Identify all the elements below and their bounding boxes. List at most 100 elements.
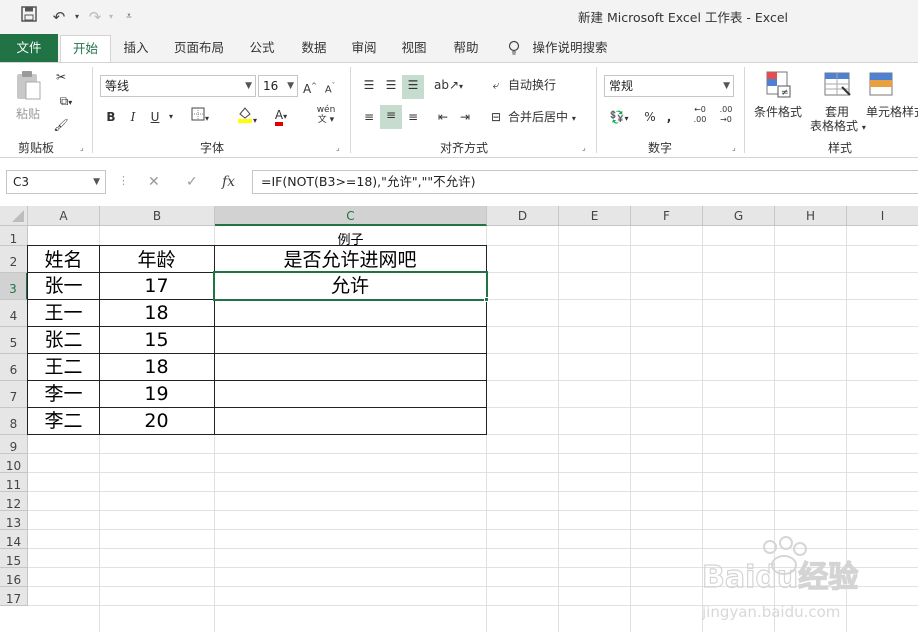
table-cell[interactable]: 17 (99, 272, 215, 300)
align-center-icon[interactable]: ≡ (380, 105, 402, 129)
row-header-4[interactable]: 4 (0, 300, 28, 327)
comma-button[interactable]: , (662, 107, 676, 127)
conditional-formatting-button[interactable]: ≠ 条件格式 (750, 69, 806, 119)
column-header-d[interactable]: D (487, 206, 559, 226)
orientation-icon[interactable]: ab↗▾ (434, 75, 463, 97)
percent-button[interactable]: % (642, 107, 658, 127)
row-header-14[interactable]: 14 (0, 530, 28, 549)
name-box[interactable]: C3 ▼ (6, 170, 106, 194)
increase-indent-icon[interactable]: ⇥ (456, 107, 474, 127)
merge-center-button[interactable]: 合并后居中 ▾ (508, 107, 576, 129)
table-cell[interactable]: 15 (99, 326, 215, 354)
clipboard-launcher-icon[interactable]: ⌟ (80, 143, 84, 152)
number-launcher-icon[interactable]: ⌟ (732, 143, 736, 152)
align-top-icon[interactable]: ☰ (360, 75, 378, 95)
tab-page-layout[interactable]: 页面布局 (168, 34, 230, 62)
table-header-cell[interactable]: 是否允许进网吧 (214, 245, 487, 273)
tab-data[interactable]: 数据 (296, 34, 332, 62)
align-middle-icon[interactable]: ☰ (382, 75, 400, 95)
row-header-9[interactable]: 9 (0, 435, 28, 454)
copy-icon[interactable]: ⧉▾ (52, 91, 80, 113)
chevron-down-icon[interactable]: ▾ (166, 107, 176, 127)
column-header-a[interactable]: A (28, 206, 100, 226)
column-header-b[interactable]: B (100, 206, 215, 226)
tab-formulas[interactable]: 公式 (244, 34, 280, 62)
row-header-15[interactable]: 15 (0, 549, 28, 568)
select-all-corner[interactable] (0, 206, 28, 226)
table-cell[interactable]: 李二 (27, 407, 100, 435)
table-cell[interactable]: 20 (99, 407, 215, 435)
decrease-decimal-icon[interactable]: .00 →0 (716, 105, 736, 125)
table-cell[interactable]: 张二 (27, 326, 100, 354)
tab-review[interactable]: 审阅 (346, 34, 382, 62)
tab-insert[interactable]: 插入 (118, 34, 154, 62)
format-painter-icon[interactable]: 🖌 (52, 115, 70, 135)
row-header-13[interactable]: 13 (0, 511, 28, 530)
row-header-11[interactable]: 11 (0, 473, 28, 492)
grow-font-button[interactable]: A^ (302, 76, 318, 99)
merge-center-icon[interactable]: ⊟ (488, 107, 504, 127)
wrap-text-icon[interactable]: ⤶ (488, 75, 504, 95)
row-header-3[interactable]: 3 (0, 273, 28, 300)
cancel-icon[interactable]: ✕ (148, 174, 160, 190)
row-header-7[interactable]: 7 (0, 381, 28, 408)
font-color-icon[interactable]: A▾ (266, 105, 296, 127)
table-cell[interactable]: 张一 (27, 272, 100, 300)
tab-view[interactable]: 视图 (396, 34, 432, 62)
paste-button[interactable]: 粘贴 (10, 69, 46, 133)
tab-home[interactable]: 开始 (60, 35, 111, 63)
row-header-17[interactable]: 17 (0, 587, 28, 606)
cell-styles-button[interactable]: 单元格样式 (866, 69, 918, 119)
format-as-table-button[interactable]: 套用 表格格式 ▾ (810, 69, 866, 135)
more-options-icon[interactable]: ⋮ (118, 174, 129, 187)
row-header-5[interactable]: 5 (0, 327, 28, 354)
table-cell[interactable]: 18 (99, 353, 215, 381)
wrap-text-button[interactable]: 自动换行 (508, 75, 556, 95)
row-header-2[interactable]: 2 (0, 246, 28, 273)
row-header-8[interactable]: 8 (0, 408, 28, 435)
insert-function-icon[interactable]: fx (222, 174, 235, 190)
table-cell[interactable] (214, 299, 487, 327)
table-header-cell[interactable]: 年龄 (99, 245, 215, 273)
tab-help[interactable]: 帮助 (448, 34, 484, 62)
table-cell[interactable] (214, 353, 487, 381)
column-header-f[interactable]: F (631, 206, 703, 226)
customize-toolbar-icon[interactable]: ⩡ (118, 6, 140, 28)
font-name-select[interactable]: 等线 ▼ (100, 75, 256, 97)
table-header-cell[interactable]: 姓名 (27, 245, 100, 273)
column-header-h[interactable]: H (775, 206, 847, 226)
fill-color-icon[interactable]: ▾ (232, 105, 262, 131)
font-size-select[interactable]: 16 ▼ (258, 75, 298, 97)
shrink-font-button[interactable]: Aˇ (322, 76, 338, 100)
row-header-10[interactable]: 10 (0, 454, 28, 473)
table-cell[interactable] (214, 380, 487, 408)
column-header-i[interactable]: I (847, 206, 918, 226)
italic-button[interactable]: I (124, 107, 142, 127)
row-header-12[interactable]: 12 (0, 492, 28, 511)
alignment-launcher-icon[interactable]: ⌟ (582, 143, 586, 152)
row-header-1[interactable]: 1 (0, 226, 28, 246)
row-header-16[interactable]: 16 (0, 568, 28, 587)
table-cell[interactable] (214, 407, 487, 435)
formula-input[interactable]: =IF(NOT(B3>=18),"允许",""不允许) (252, 170, 918, 194)
decrease-indent-icon[interactable]: ⇤ (434, 107, 452, 127)
underline-button[interactable]: U (146, 107, 164, 127)
column-header-e[interactable]: E (559, 206, 631, 226)
lightbulb-icon[interactable] (504, 34, 524, 62)
accounting-format-icon[interactable]: 💱▾ (604, 107, 634, 129)
column-header-g[interactable]: G (703, 206, 775, 226)
align-left-icon[interactable]: ≡ (360, 107, 378, 127)
cut-icon[interactable]: ✂ (52, 67, 70, 87)
fill-handle[interactable] (484, 297, 489, 302)
font-launcher-icon[interactable]: ⌟ (336, 143, 340, 152)
table-cell[interactable]: 18 (99, 299, 215, 327)
borders-icon[interactable]: ▾ (186, 107, 214, 129)
row-header-6[interactable]: 6 (0, 354, 28, 381)
save-icon[interactable] (18, 6, 40, 28)
align-right-icon[interactable]: ≡ (404, 107, 422, 127)
table-cell[interactable]: 王一 (27, 299, 100, 327)
table-cell[interactable] (214, 326, 487, 354)
increase-decimal-icon[interactable]: ←0.00 (690, 105, 710, 125)
enter-icon[interactable]: ✓ (186, 174, 198, 190)
table-cell[interactable]: 王二 (27, 353, 100, 381)
